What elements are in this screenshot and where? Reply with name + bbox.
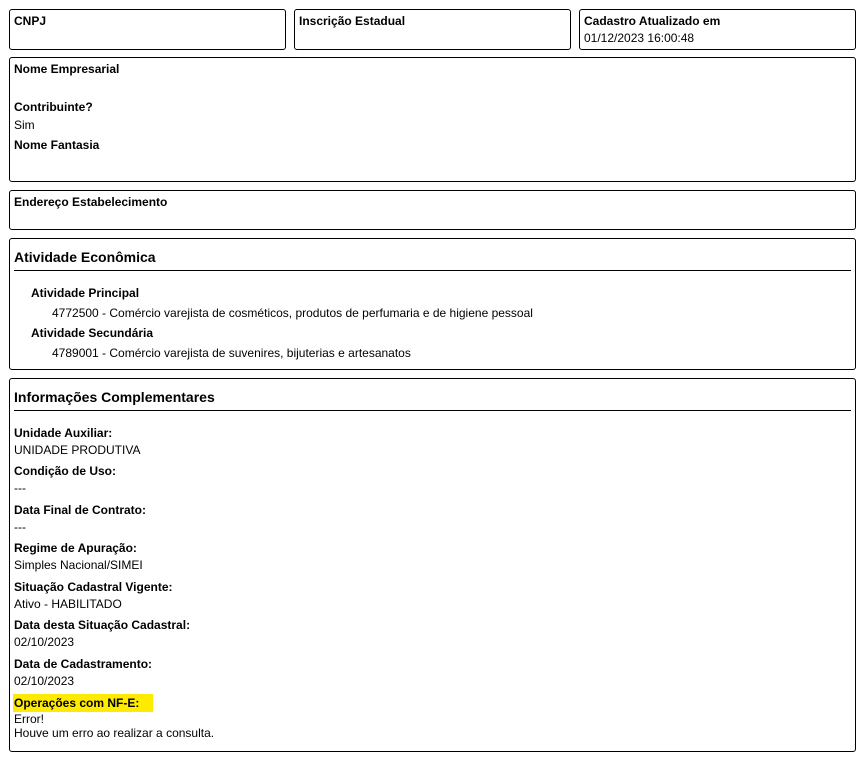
field-value: --- [14, 520, 26, 534]
field-value: --- [14, 481, 26, 495]
ie-box: Inscrição Estadual [294, 9, 571, 50]
main-activity-label: Atividade Principal [31, 286, 140, 300]
field-label: Regime de Apuração: [14, 541, 137, 555]
activity-divider [14, 270, 851, 271]
field-label: Data desta Situação Cadastral: [14, 618, 191, 632]
activity-box: Atividade Econômica Atividade Principal … [9, 238, 856, 370]
field-value: Simples Nacional/SIMEI [14, 558, 143, 572]
secondary-activity-label: Atividade Secundária [31, 326, 154, 340]
updated-value: 01/12/2023 16:00:48 [584, 31, 695, 45]
field-label: Condição de Uso: [14, 464, 117, 478]
nfe-highlight: Operações com NF-E: [13, 694, 153, 712]
field-label: Data de Cadastramento: [14, 657, 153, 671]
field-value: UNIDADE PRODUTIVA [14, 443, 141, 457]
secondary-activity-value: 4789001 - Comércio varejista de suvenire… [52, 346, 411, 360]
complementary-divider [14, 410, 851, 411]
complementary-box: Informações Complementares Unidade Auxil… [9, 378, 856, 752]
ie-label: Inscrição Estadual [299, 14, 406, 28]
address-box: Endereço Estabelecimento [9, 190, 856, 230]
taxpayer-label: Contribuinte? [14, 100, 93, 114]
nfe-operations-label: Operações com NF-E: [13, 694, 153, 712]
cnpj-label: CNPJ [14, 14, 47, 28]
field-label: Unidade Auxiliar: [14, 426, 113, 440]
cnpj-box: CNPJ [9, 9, 286, 50]
company-name-label: Nome Empresarial [14, 62, 120, 76]
updated-box: Cadastro Atualizado em 01/12/2023 16:00:… [579, 9, 856, 50]
field-label: Data Final de Contrato: [14, 503, 147, 517]
fantasy-name-label: Nome Fantasia [14, 138, 100, 152]
complementary-title: Informações Complementares [14, 389, 215, 405]
activity-title: Atividade Econômica [14, 249, 156, 265]
field-value: Ativo - HABILITADO [14, 597, 122, 611]
company-box: Nome Empresarial Contribuinte? Sim Nome … [9, 57, 856, 182]
field-label: Situação Cadastral Vigente: [14, 580, 173, 594]
field-value: 02/10/2023 [14, 674, 75, 688]
nfe-error-title: Error! [14, 712, 44, 726]
taxpayer-value: Sim [14, 118, 35, 132]
nfe-error-message: Houve um erro ao realizar a consulta. [14, 726, 215, 740]
updated-label: Cadastro Atualizado em [584, 14, 721, 28]
address-label: Endereço Estabelecimento [14, 195, 168, 209]
field-value: 02/10/2023 [14, 635, 75, 649]
main-activity-value: 4772500 - Comércio varejista de cosmétic… [52, 306, 533, 320]
